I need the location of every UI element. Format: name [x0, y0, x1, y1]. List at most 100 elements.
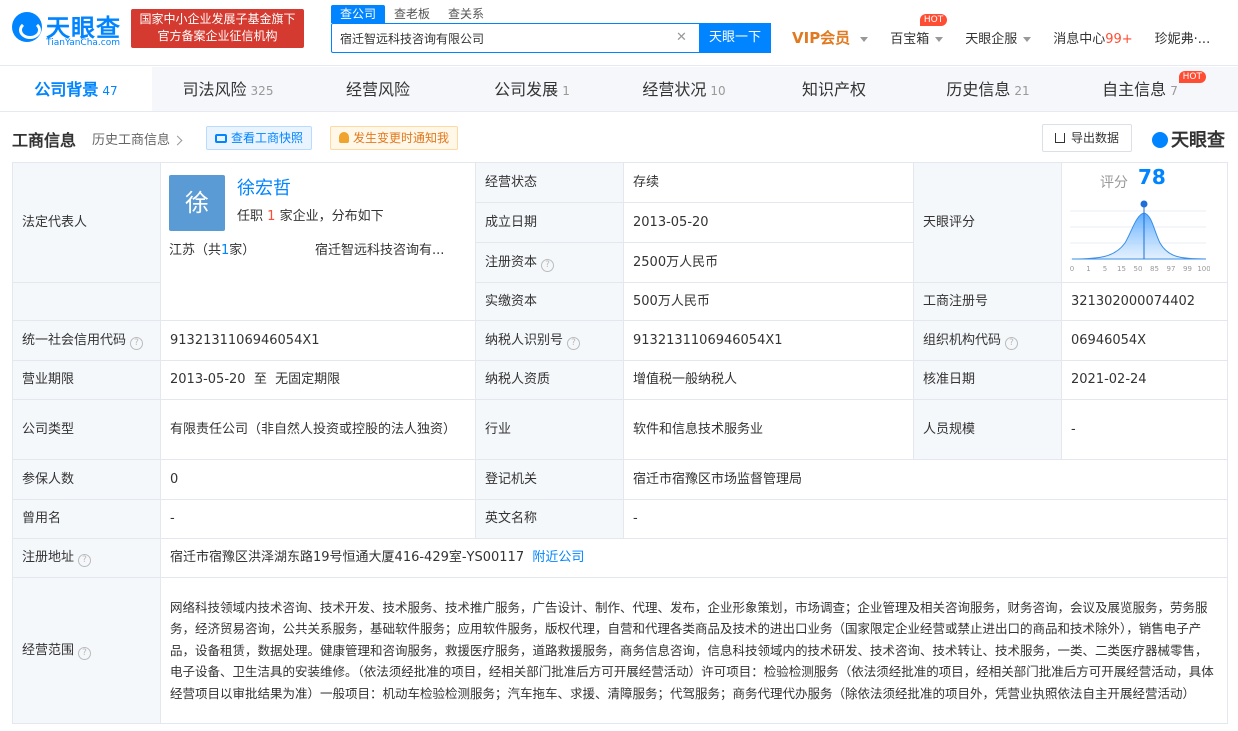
section-header: 工商信息 历史工商信息 查看工商快照 发生变更时通知我 导出数据 天眼查	[12, 124, 1226, 152]
notify-label: 发生变更时通知我	[353, 131, 450, 145]
address-label: 注册地址?	[12, 538, 161, 578]
tab-company-background[interactable]: 公司背景 47	[0, 67, 152, 111]
chevron-down-icon	[1023, 37, 1032, 42]
insured-label: 参保人数	[12, 459, 161, 500]
approve-value: 2021-02-24	[1061, 360, 1228, 400]
legal-rep-label-filler	[12, 282, 161, 321]
type-label: 公司类型	[12, 399, 161, 460]
nearby-companies-link[interactable]: 附近公司	[532, 550, 584, 565]
history-label: 历史工商信息	[92, 133, 171, 148]
org-label: 组织机构代码?	[913, 320, 1062, 361]
fund-banner-line1: 国家中小企业发展子基金旗下	[139, 12, 296, 26]
address-cell: 宿迁市宿豫区洪泽湖东路19号恒通大厦416-429室-YS00117 附近公司	[160, 538, 1228, 578]
search-tabs: 查公司 查老板 查关系	[331, 5, 493, 23]
tab-operation-status[interactable]: 经营状况 10	[608, 67, 760, 111]
export-label: 导出数据	[1071, 131, 1120, 145]
legal-rep-name[interactable]: 徐宏哲	[237, 179, 291, 199]
english-label: 英文名称	[475, 499, 624, 539]
search-button[interactable]: 天眼一下	[699, 23, 771, 53]
treasure-menu[interactable]: 百宝箱 HOT	[890, 14, 948, 47]
status-label: 经营状态	[475, 162, 624, 203]
business-info-table: 法定代表人 徐 徐宏哲 任职 1 家企业，分布如下 江苏（共1家） 宿迁智远科技…	[12, 162, 1228, 724]
score-tick-label: 99	[1183, 265, 1192, 273]
hot-badge: HOT	[1178, 71, 1206, 83]
snapshot-button[interactable]: 查看工商快照	[206, 126, 313, 150]
logo[interactable]: 天眼查 TianYanCha.com	[12, 8, 124, 50]
help-icon[interactable]: ?	[541, 258, 555, 272]
user-menu[interactable]: 珍妮弗·...	[1155, 28, 1211, 47]
credit-label-text: 统一社会信用代码	[22, 332, 127, 348]
search-tab-company[interactable]: 查公司	[331, 5, 386, 23]
vip-link[interactable]: VIP会员	[792, 27, 869, 48]
tab-business-risk[interactable]: 经营风险	[304, 67, 456, 111]
tab-legal-risk[interactable]: 司法风险 325	[152, 67, 304, 111]
score-tick-label: 97	[1167, 265, 1176, 273]
org-value: 06946054X	[1061, 320, 1228, 361]
hot-badge: HOT	[919, 14, 948, 26]
help-icon[interactable]: ?	[78, 646, 92, 660]
scope-value: 网络科技领域内技术咨询、技术开发、技术服务、技术推广服务，广告设计、制作、代理、…	[160, 577, 1228, 724]
region-prefix: 江苏（共	[169, 243, 222, 258]
legal-rep-company[interactable]: 宿迁智远科技咨询有...	[315, 241, 444, 261]
tab-self-info[interactable]: 自主信息 7 HOT	[1064, 67, 1216, 111]
tab-intellectual-property[interactable]: 知识产权	[760, 67, 912, 111]
export-button[interactable]: 导出数据	[1042, 124, 1133, 152]
chevron-down-icon	[935, 37, 944, 42]
export-icon	[1055, 133, 1065, 143]
help-icon[interactable]: ?	[130, 336, 144, 350]
logo-eye-icon	[1152, 132, 1168, 148]
legal-rep-cell: 徐 徐宏哲 任职 1 家企业，分布如下 江苏（共1家） 宿迁智远科技咨询有...	[160, 162, 476, 321]
notify-button[interactable]: 发生变更时通知我	[330, 126, 459, 150]
scope-label-text: 经营范围	[22, 642, 75, 658]
status-value: 存续	[623, 162, 914, 203]
vip-label: VIP会员	[792, 29, 851, 47]
former-value: -	[160, 499, 476, 539]
score-tick-label: 50	[1134, 265, 1143, 273]
score-tick-label: 15	[1117, 265, 1126, 273]
search-tab-boss[interactable]: 查老板	[385, 5, 439, 23]
fund-banner: 国家中小企业发展子基金旗下 官方备案企业征信机构	[131, 9, 304, 48]
message-center[interactable]: 消息中心99+	[1053, 28, 1132, 47]
scope-label: 经营范围?	[12, 577, 161, 724]
clear-icon[interactable]: ✕	[676, 30, 687, 45]
tab-company-development[interactable]: 公司发展 1	[456, 67, 608, 111]
top-header: 天眼查 TianYanCha.com 国家中小企业发展子基金旗下 官方备案企业征…	[0, 0, 1238, 66]
top-nav: VIP会员 百宝箱 HOT 天眼企服 消息中心99+ 珍妮弗·...	[792, 14, 1232, 48]
legal-rep-region[interactable]: 江苏（共1家）	[169, 241, 255, 261]
score-tick-label: 85	[1150, 265, 1159, 273]
tab-count: 10	[710, 84, 726, 98]
bell-curve	[1071, 212, 1207, 260]
score-distribution-chart: 0 1 5 15 50 85 97 99 100	[1070, 200, 1210, 273]
help-icon[interactable]: ?	[567, 336, 581, 350]
tab-count: 21	[1014, 84, 1030, 98]
score-cell[interactable]: 评分 78 0 1 5 15 50 85 97 99 100	[1061, 162, 1228, 283]
search-tab-relation[interactable]: 查关系	[439, 5, 493, 23]
brand-text: 天眼查	[1171, 130, 1225, 151]
tab-label: 知识产权	[801, 80, 866, 99]
role-suffix: 家企业，分布如下	[279, 209, 384, 224]
score-text: 评分	[1100, 175, 1128, 191]
message-count: 99+	[1105, 32, 1133, 47]
credit-value: 9132131106946054X1	[160, 320, 476, 361]
search-input[interactable]	[332, 24, 672, 52]
logo-subtext: TianYanCha.com	[46, 38, 121, 48]
help-icon[interactable]: ?	[1005, 336, 1019, 350]
tab-label: 自主信息	[1102, 80, 1167, 99]
score-tick-label: 0	[1070, 265, 1074, 273]
section-title: 工商信息	[12, 131, 77, 150]
tab-label: 经营状况	[642, 80, 707, 99]
enterprise-menu[interactable]: 天眼企服	[965, 28, 1032, 47]
logo-eye-icon	[12, 12, 42, 42]
tab-history-info[interactable]: 历史信息 21	[912, 67, 1064, 111]
history-link[interactable]: 历史工商信息	[92, 129, 183, 148]
help-icon[interactable]: ?	[78, 554, 92, 567]
score-label: 天眼评分	[913, 162, 1062, 283]
authority-label: 登记机关	[475, 459, 624, 500]
legal-rep-label: 法定代表人	[12, 162, 161, 283]
avatar[interactable]: 徐	[169, 175, 225, 231]
brand-watermark: 天眼查	[1152, 126, 1225, 152]
taxq-value: 增值税一般纳税人	[623, 360, 914, 400]
org-label-text: 组织机构代码	[923, 332, 1002, 348]
tab-count: 7	[1170, 84, 1178, 98]
address-value: 宿迁市宿豫区洪泽湖东路19号恒通大厦416-429室-YS00117	[170, 550, 525, 565]
